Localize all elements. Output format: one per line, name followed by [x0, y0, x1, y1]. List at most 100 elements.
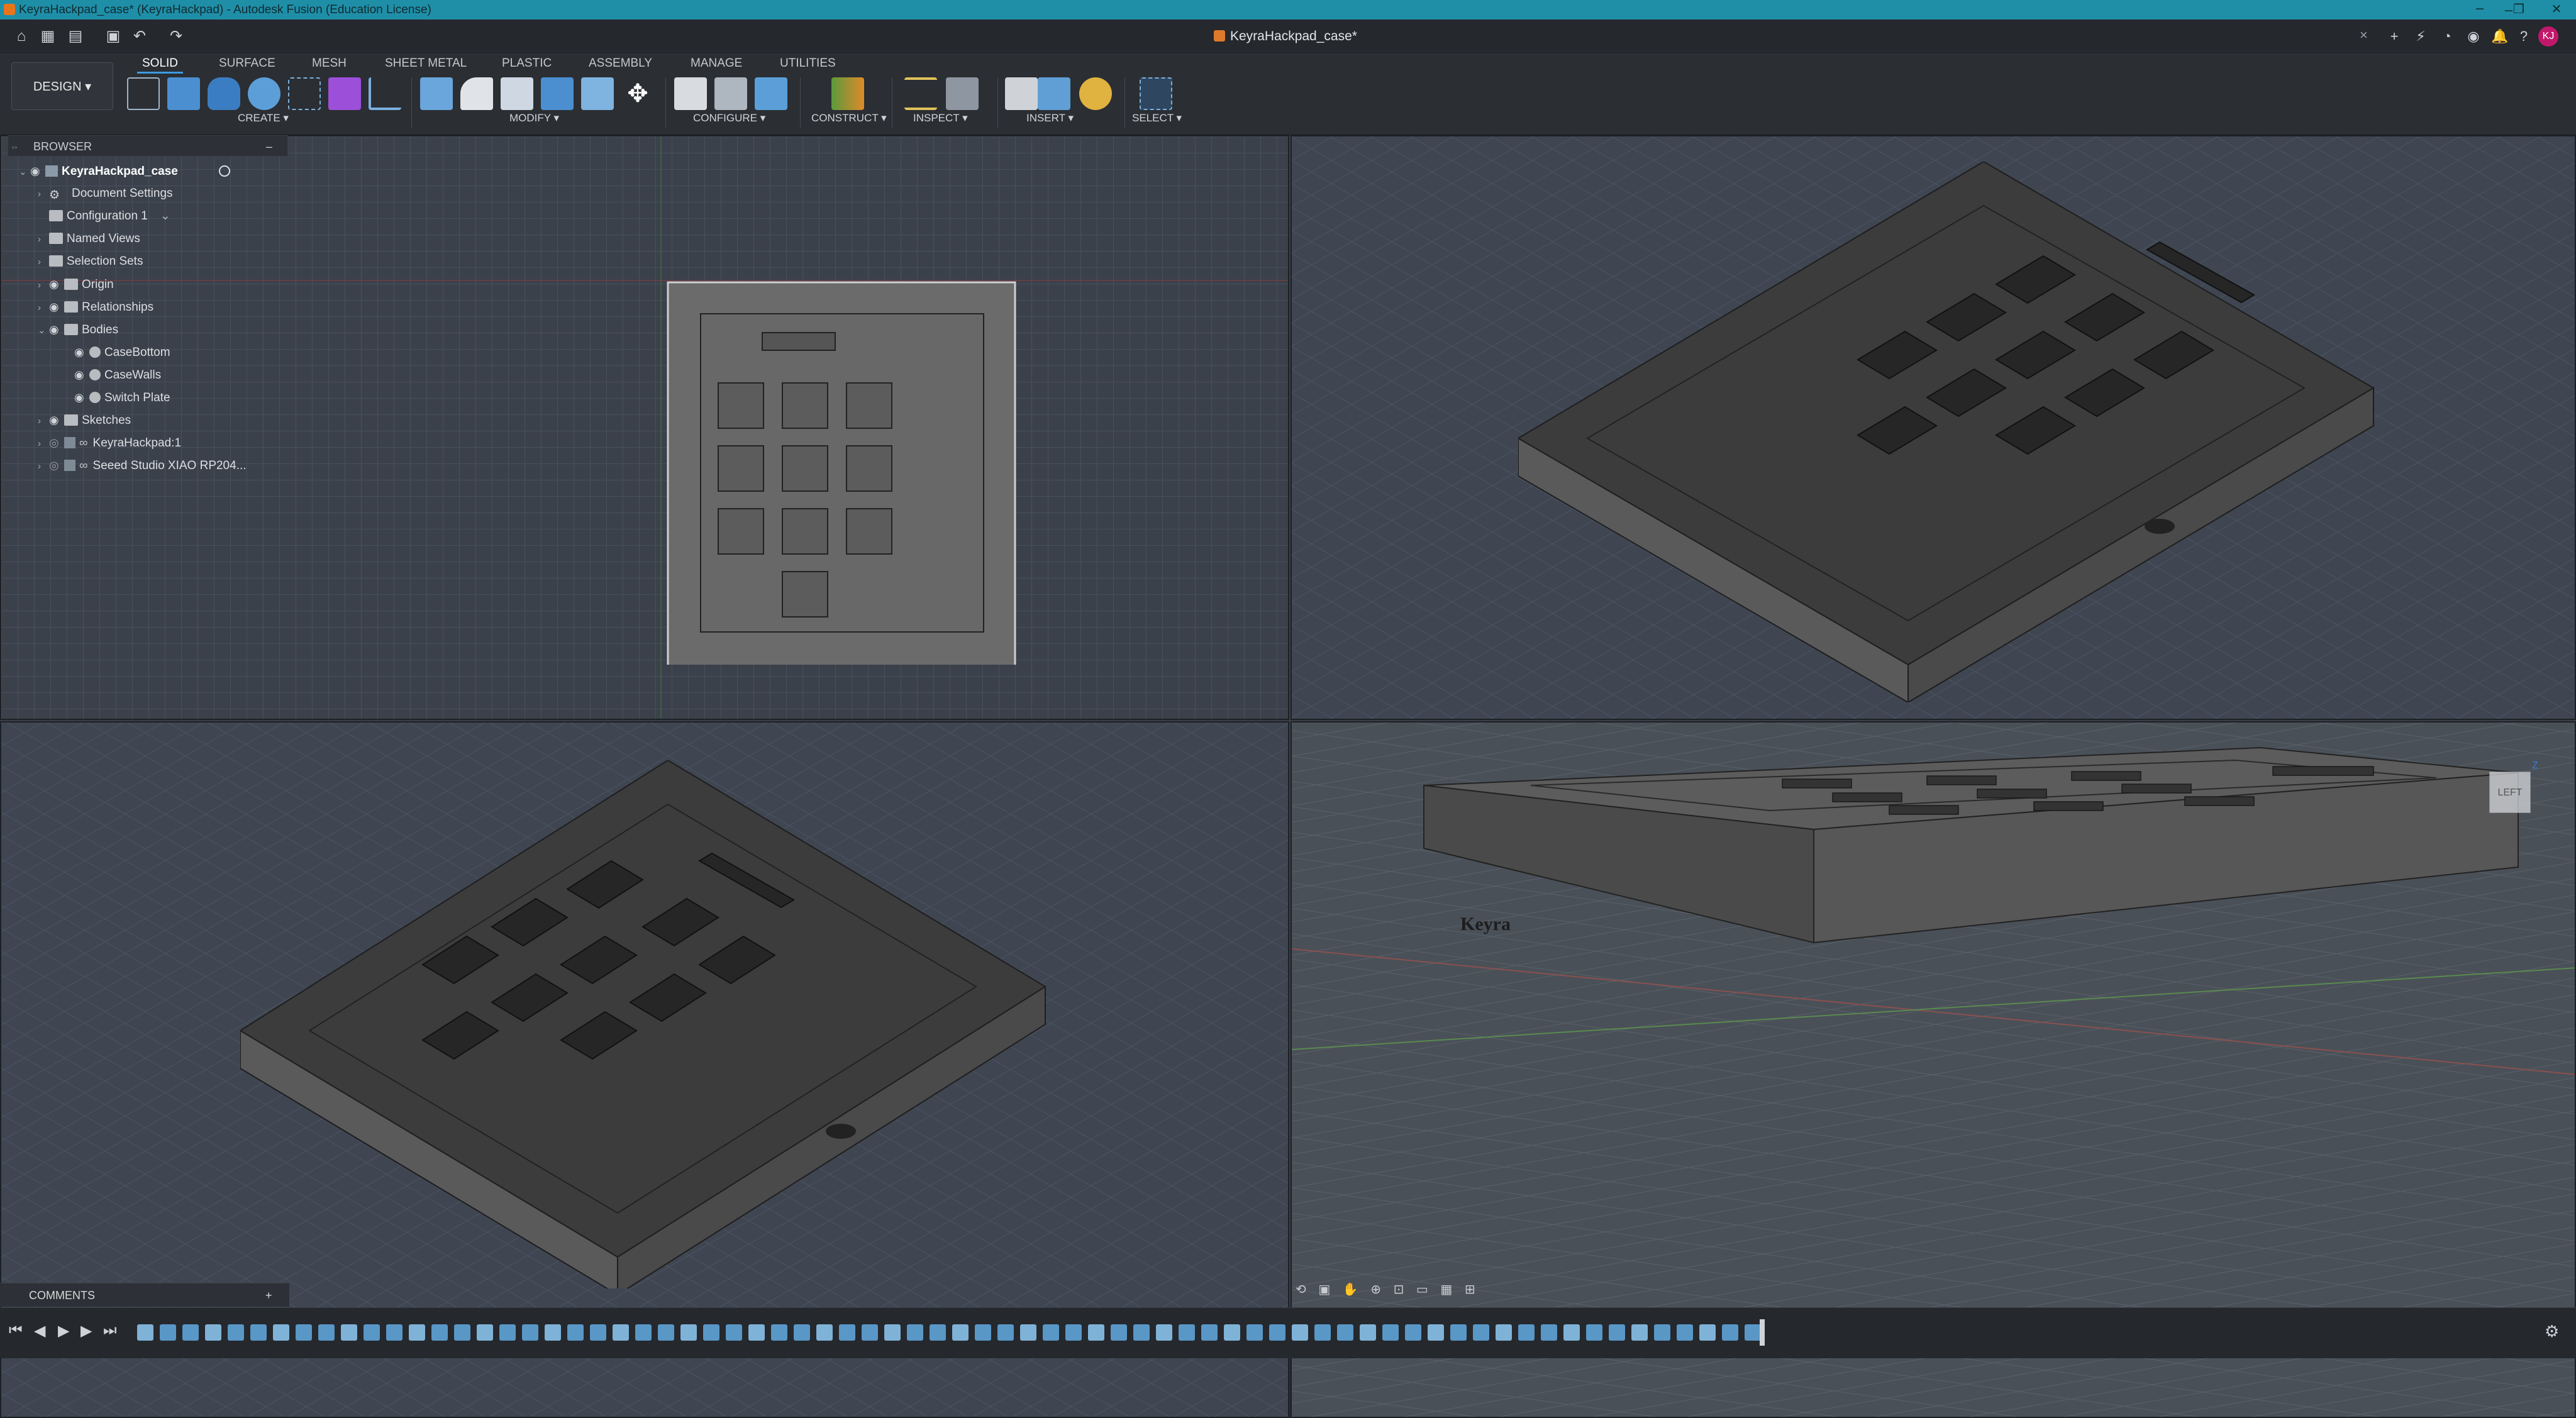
- measure-icon[interactable]: [904, 77, 937, 110]
- combine-icon[interactable]: [541, 77, 574, 110]
- timeline-feature-icon[interactable]: [364, 1324, 380, 1341]
- tab-sheet-metal[interactable]: SHEET METAL: [385, 56, 467, 71]
- timeline[interactable]: ⏮ ◀ ▶ ▶ ⏭ ⚙: [0, 1307, 2576, 1358]
- tab-plastic[interactable]: PLASTIC: [502, 56, 552, 71]
- timeline-settings-gear-icon[interactable]: ⚙: [2545, 1322, 2559, 1341]
- eye-icon[interactable]: ◉: [49, 409, 64, 431]
- notifications-icon[interactable]: 🔔: [2490, 27, 2509, 46]
- iso-model-top-right[interactable]: [1518, 162, 2399, 702]
- eye-icon[interactable]: ◉: [49, 274, 64, 295]
- timeline-feature-icon[interactable]: [182, 1324, 199, 1341]
- timeline-feature-icon[interactable]: [748, 1324, 765, 1341]
- timeline-feature-icon[interactable]: [680, 1324, 697, 1341]
- timeline-feature-icon[interactable]: [1586, 1324, 1602, 1341]
- eye-hidden-icon[interactable]: ◎: [49, 432, 64, 453]
- timeline-feature-icon[interactable]: [658, 1324, 674, 1341]
- tab-solid[interactable]: SOLID: [136, 56, 184, 74]
- help-icon[interactable]: ?: [2514, 27, 2533, 46]
- grid-apps-icon[interactable]: ▦: [38, 26, 58, 47]
- timeline-feature-icon[interactable]: [409, 1324, 425, 1341]
- viewport-top-right[interactable]: [1291, 135, 2576, 720]
- timeline-feature-icon[interactable]: [1111, 1324, 1127, 1341]
- timeline-feature-icon[interactable]: [794, 1324, 810, 1341]
- timeline-feature-icon[interactable]: [296, 1324, 312, 1341]
- comments-panel[interactable]: COMMENTS +: [0, 1283, 289, 1307]
- timeline-forward-icon[interactable]: ▶: [80, 1322, 92, 1340]
- tab-utilities[interactable]: UTILITIES: [780, 56, 836, 71]
- look-at-icon[interactable]: ▣: [1318, 1283, 1330, 1297]
- timeline-marker[interactable]: [1760, 1319, 1765, 1346]
- timeline-feature-icon[interactable]: [726, 1324, 742, 1341]
- create-form-icon[interactable]: [328, 77, 361, 110]
- file-menu-icon[interactable]: ▤: [65, 26, 86, 47]
- insert-mcmaster-icon[interactable]: [1079, 77, 1112, 110]
- timeline-feature-icon[interactable]: [1382, 1324, 1399, 1341]
- new-tab-icon[interactable]: +: [2385, 27, 2404, 46]
- timeline-feature-icon[interactable]: [1631, 1324, 1648, 1341]
- timeline-feature-icon[interactable]: [1156, 1324, 1172, 1341]
- maximize-button[interactable]: ❐: [2502, 0, 2536, 19]
- close-window-button[interactable]: ✕: [2540, 0, 2573, 19]
- canvas-area[interactable]: Keyra LEFT Z: [0, 135, 2576, 1418]
- browser-item-document-settings[interactable]: › ⚙ Document Settings: [38, 183, 173, 204]
- eye-icon[interactable]: ◉: [49, 296, 64, 318]
- section-analysis-icon[interactable]: [946, 77, 979, 110]
- timeline-feature-icon[interactable]: [1722, 1324, 1738, 1341]
- timeline-feature-icon[interactable]: [1088, 1324, 1104, 1341]
- timeline-feature-icon[interactable]: [1269, 1324, 1285, 1341]
- configuration-table-icon[interactable]: [714, 77, 747, 110]
- timeline-feature-icon[interactable]: [703, 1324, 719, 1341]
- extrude-icon[interactable]: [208, 77, 240, 110]
- activate-radio-icon[interactable]: [219, 165, 230, 177]
- timeline-feature-icon[interactable]: [975, 1324, 991, 1341]
- browser-item-relationships[interactable]: › ◉ Relationships: [38, 296, 153, 318]
- orbit-icon[interactable]: ⟲: [1296, 1283, 1306, 1297]
- timeline-feature-icon[interactable]: [545, 1324, 561, 1341]
- revolve-icon[interactable]: [248, 77, 280, 110]
- timeline-feature-icon[interactable]: [771, 1324, 787, 1341]
- timeline-feature-icon[interactable]: [386, 1324, 402, 1341]
- add-comment-button[interactable]: +: [265, 1283, 272, 1307]
- timeline-feature-icon[interactable]: [1246, 1324, 1263, 1341]
- timeline-feature-icon[interactable]: [1360, 1324, 1376, 1341]
- timeline-feature-icon[interactable]: [205, 1324, 221, 1341]
- timeline-feature-icon[interactable]: [1428, 1324, 1444, 1341]
- timeline-feature-icon[interactable]: [1450, 1324, 1467, 1341]
- timeline-start-icon[interactable]: ⏮: [9, 1322, 23, 1339]
- timeline-feature-icon[interactable]: [1745, 1324, 1761, 1341]
- timeline-feature-icon[interactable]: [884, 1324, 901, 1341]
- timeline-feature-icon[interactable]: [1609, 1324, 1625, 1341]
- browser-item-seeed-xiao[interactable]: › ◎ ∞ Seeed Studio XIAO RP204...: [38, 455, 247, 476]
- timeline-feature-icon[interactable]: [816, 1324, 833, 1341]
- configure-menu[interactable]: CONFIGURE ▾: [693, 111, 765, 125]
- timeline-feature-icon[interactable]: [341, 1324, 357, 1341]
- timeline-feature-icon[interactable]: [1314, 1324, 1331, 1341]
- timeline-feature-icon[interactable]: [930, 1324, 946, 1341]
- modify-menu[interactable]: MODIFY ▾: [509, 111, 559, 125]
- grid-settings-icon[interactable]: ▦: [1440, 1283, 1452, 1297]
- browser-item-casebottom[interactable]: ◉ CaseBottom: [74, 341, 170, 363]
- timeline-feature-icon[interactable]: [250, 1324, 267, 1341]
- browser-collapse-button[interactable]: –: [266, 136, 272, 157]
- browser-root[interactable]: ⌄ ◉ KeyraHackpad_case: [19, 160, 230, 182]
- timeline-feature-icon[interactable]: [907, 1324, 923, 1341]
- timeline-feature-icon[interactable]: [1563, 1324, 1580, 1341]
- zoom-icon[interactable]: ⊕: [1370, 1283, 1381, 1297]
- browser-item-origin[interactable]: › ◉ Origin: [38, 274, 114, 295]
- timeline-feature-icon[interactable]: [1065, 1324, 1082, 1341]
- timeline-feature-icon[interactable]: [1405, 1324, 1421, 1341]
- timeline-feature-icon[interactable]: [1179, 1324, 1195, 1341]
- fit-icon[interactable]: ⊡: [1394, 1283, 1404, 1297]
- browser-item-keyrahackpad[interactable]: › ◎ ∞ KeyraHackpad:1: [38, 432, 181, 453]
- timeline-feature-icon[interactable]: [1201, 1324, 1218, 1341]
- timeline-feature-icon[interactable]: [228, 1324, 244, 1341]
- timeline-feature-icon[interactable]: [454, 1324, 470, 1341]
- eye-icon[interactable]: ◉: [30, 160, 45, 182]
- offset-plane-icon[interactable]: [831, 77, 864, 110]
- timeline-feature-icon[interactable]: [137, 1324, 153, 1341]
- shell-icon[interactable]: [501, 77, 533, 110]
- timeline-feature-icon[interactable]: [1518, 1324, 1535, 1341]
- browser-pin-icon[interactable]: ⇔: [10, 141, 19, 152]
- flat-view-model[interactable]: [667, 281, 1019, 665]
- undo-icon[interactable]: ↶: [130, 26, 150, 47]
